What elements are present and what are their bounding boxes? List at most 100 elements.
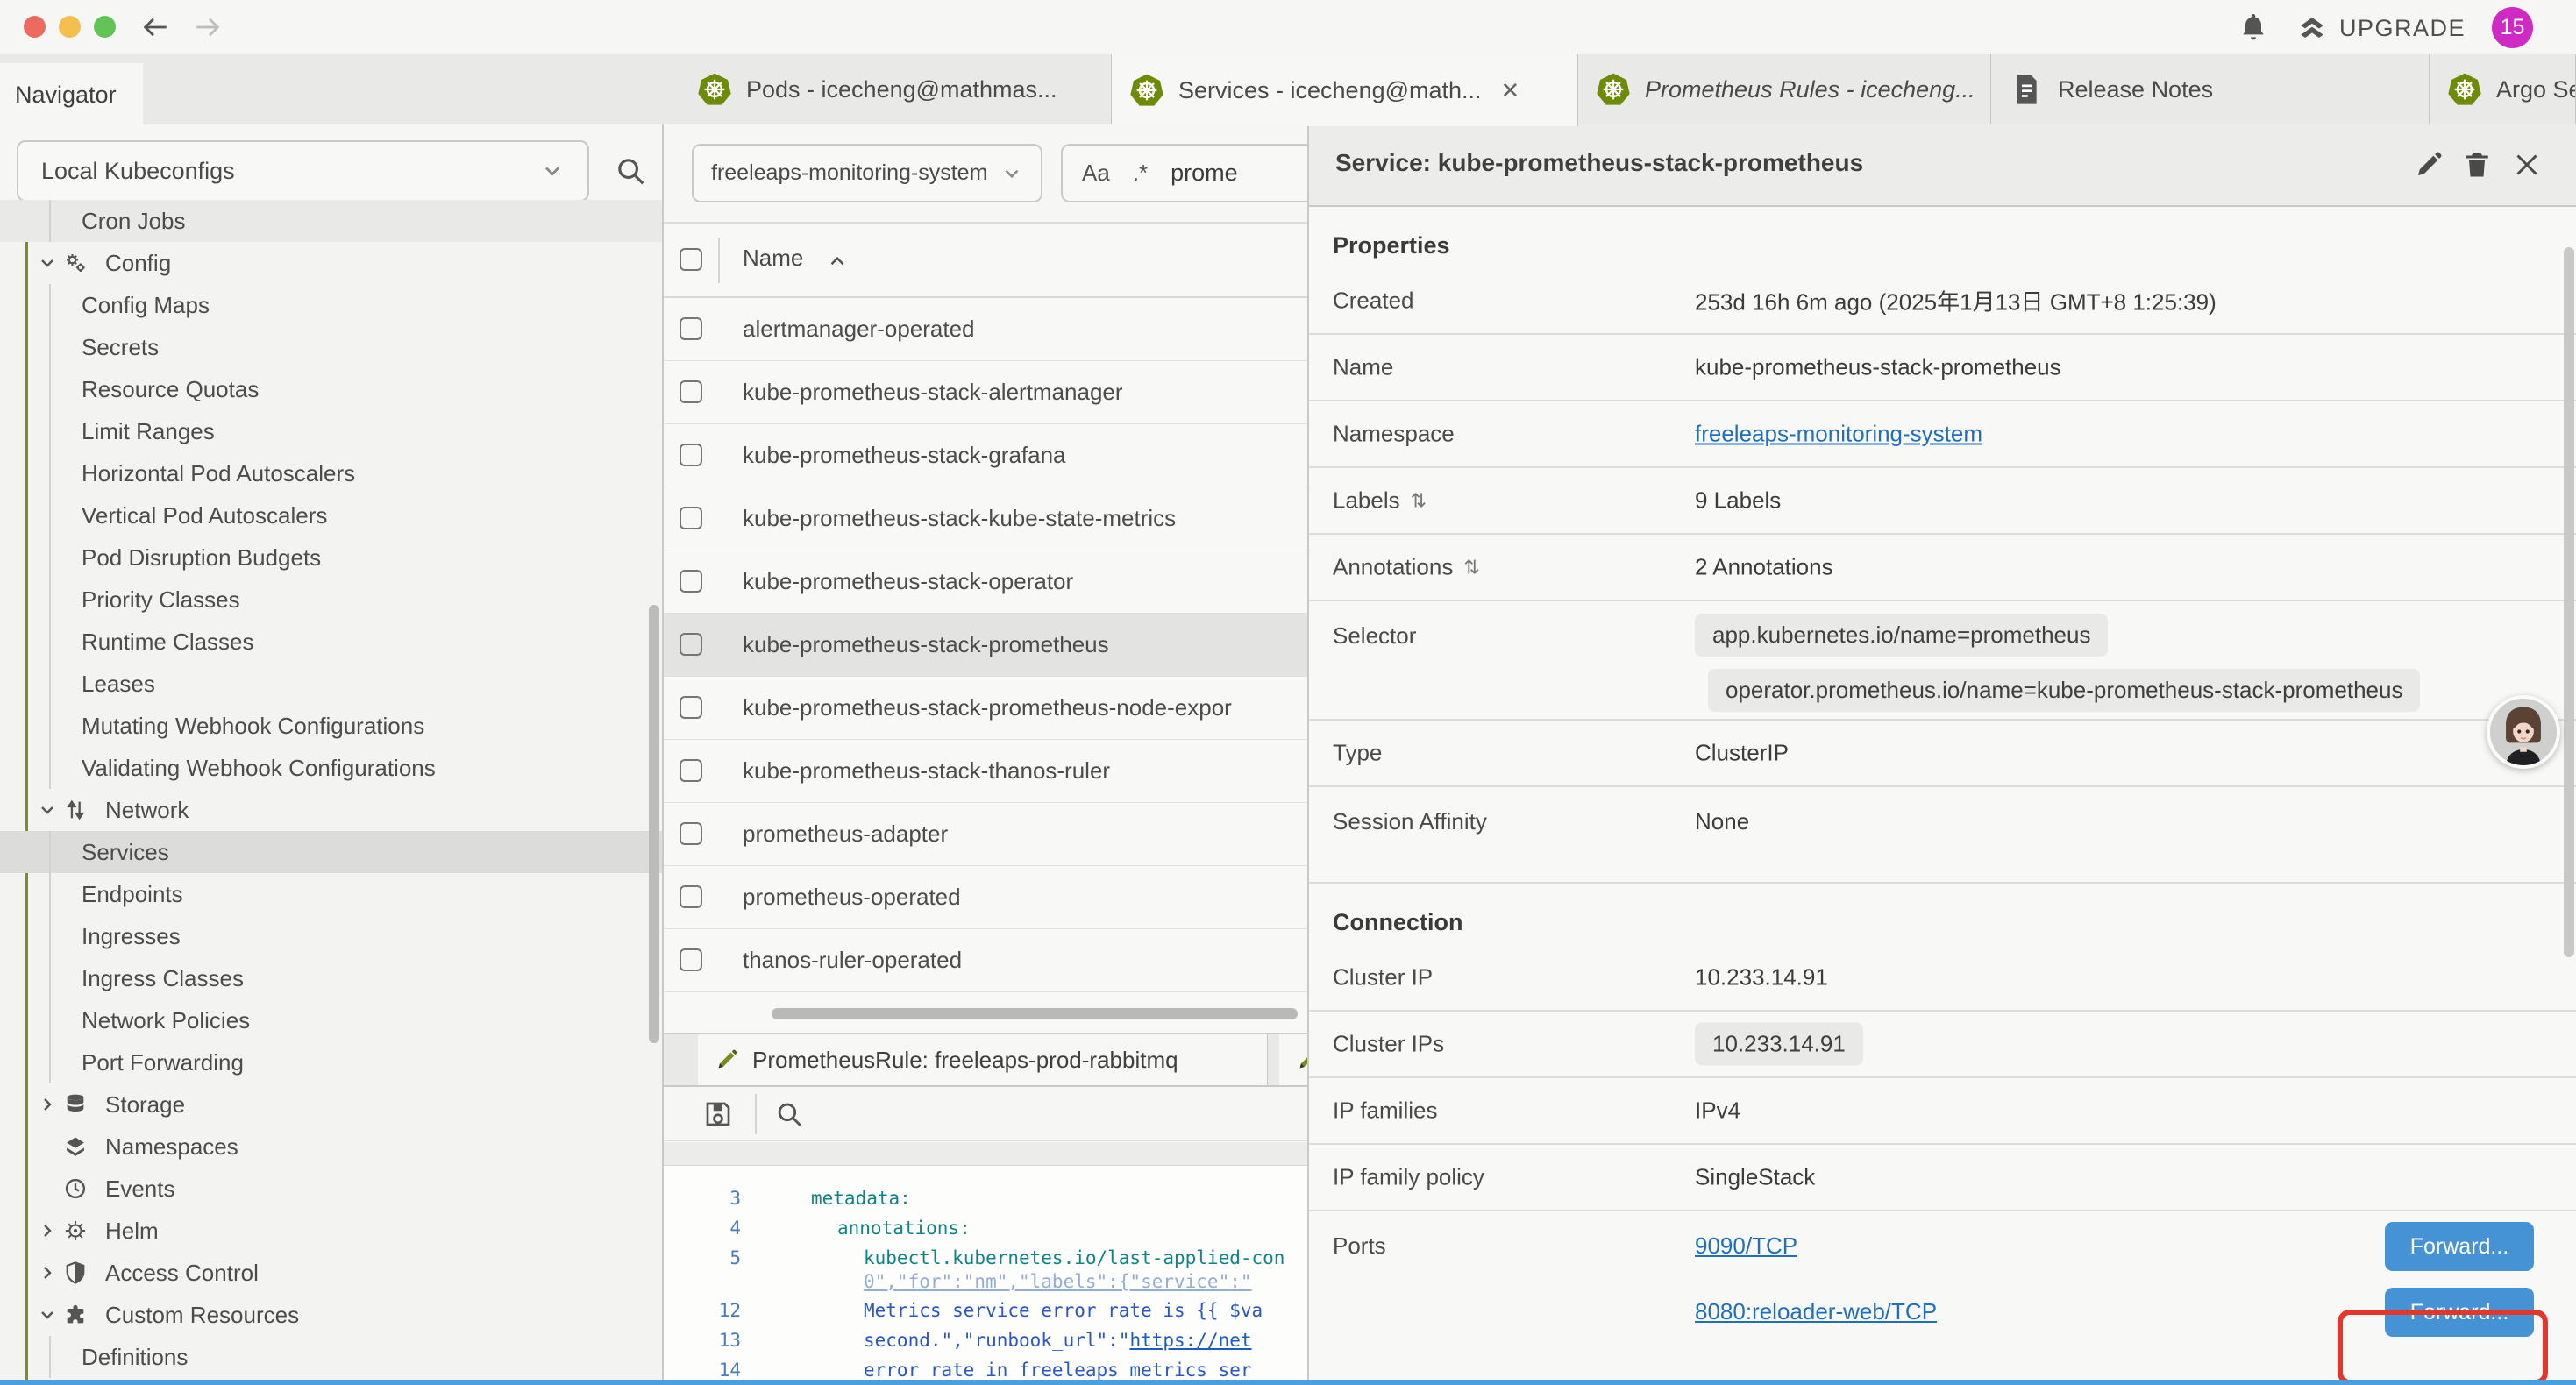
avatar[interactable] <box>2487 695 2560 769</box>
column-header-name[interactable]: Name <box>743 245 803 272</box>
upgrade-button[interactable]: UPGRADE <box>2297 13 2466 43</box>
namespace-link[interactable]: freeleaps-monitoring-system <box>1695 421 1982 448</box>
sidebar-item-helm[interactable]: Helm <box>0 1210 662 1252</box>
row-checkbox[interactable] <box>680 570 702 593</box>
sort-ascending-icon[interactable] <box>826 250 849 273</box>
document-tab-4[interactable]: Release Notes <box>1991 54 2430 124</box>
table-row[interactable]: thanos-ruler-operated <box>664 929 1307 992</box>
select-all-checkbox[interactable] <box>680 248 702 271</box>
row-checkbox[interactable] <box>680 507 702 529</box>
sidebar-item-runtime-classes[interactable]: Runtime Classes <box>0 621 662 663</box>
sidebar-item-resource-quotas[interactable]: Resource Quotas <box>0 368 662 410</box>
sidebar-item-custom-resources[interactable]: Custom Resources <box>0 1294 662 1336</box>
port-link[interactable]: 8080:reloader-web/TCP <box>1695 1298 1937 1325</box>
row-checkbox[interactable] <box>680 759 702 782</box>
sidebar-search-icon[interactable] <box>614 154 647 188</box>
notification-count-badge[interactable]: 15 <box>2492 7 2533 48</box>
edit-pencil-icon[interactable] <box>2413 149 2444 181</box>
sidebar-item-limit-ranges[interactable]: Limit Ranges <box>0 410 662 452</box>
sidebar-item-mutating-webhook-configurations[interactable]: Mutating Webhook Configurations <box>0 705 662 747</box>
sidebar-item-cron-jobs[interactable]: Cron Jobs <box>0 200 662 242</box>
close-icon[interactable] <box>2511 149 2543 181</box>
chevron-right-icon[interactable] <box>37 1262 58 1283</box>
sidebar-item-namespaces[interactable]: Namespaces <box>0 1126 662 1168</box>
sidebar-item-endpoints[interactable]: Endpoints <box>0 873 662 915</box>
table-row[interactable]: kube-prometheus-stack-prometheus <box>664 614 1307 677</box>
forward-arrow-icon[interactable] <box>193 12 223 42</box>
sidebar-item-storage[interactable]: Storage <box>0 1083 662 1126</box>
database-icon <box>63 1092 88 1117</box>
document-tab-3[interactable]: Prometheus Rules - icecheng... <box>1578 54 1991 124</box>
row-checkbox[interactable] <box>680 380 702 403</box>
sidebar-item-access-control[interactable]: Access Control <box>0 1252 662 1294</box>
row-checkbox[interactable] <box>680 822 702 845</box>
sidebar-item-vertical-pod-autoscalers[interactable]: Vertical Pod Autoscalers <box>0 494 662 536</box>
row-checkbox[interactable] <box>680 317 702 340</box>
sidebar-item-secrets[interactable]: Secrets <box>0 326 662 368</box>
match-case-toggle[interactable]: Aa <box>1082 160 1110 187</box>
editor-tab-2[interactable] <box>1279 1034 1309 1085</box>
row-checkbox[interactable] <box>680 696 702 719</box>
table-row[interactable]: kube-prometheus-stack-prometheus-node-ex… <box>664 677 1307 740</box>
sidebar-item-network-policies[interactable]: Network Policies <box>0 999 662 1041</box>
row-checkbox[interactable] <box>680 885 702 908</box>
chevron-right-icon[interactable] <box>37 1220 58 1241</box>
kubeconfig-selector[interactable]: Local Kubeconfigs <box>17 140 589 202</box>
sidebar-item-horizontal-pod-autoscalers[interactable]: Horizontal Pod Autoscalers <box>0 452 662 494</box>
sidebar-item-priority-classes[interactable]: Priority Classes <box>0 579 662 621</box>
sidebar-item-ingress-classes[interactable]: Ingress Classes <box>0 957 662 999</box>
sidebar-item-config[interactable]: Config <box>0 242 662 284</box>
navigator-panel-tab[interactable]: Navigator <box>0 63 143 126</box>
sort-icon[interactable]: ⇅ <box>1463 556 1479 579</box>
table-row[interactable]: kube-prometheus-stack-alertmanager <box>664 361 1307 424</box>
port-forward-button[interactable]: Forward... <box>2385 1222 2534 1271</box>
sort-icon[interactable]: ⇅ <box>1411 489 1427 512</box>
chevron-right-icon[interactable] <box>37 1094 58 1115</box>
regex-toggle[interactable]: .* <box>1133 160 1148 187</box>
tab-close-icon[interactable]: ✕ <box>1501 77 1520 104</box>
table-row[interactable]: prometheus-adapter <box>664 803 1307 866</box>
sidebar-item-ingresses[interactable]: Ingresses <box>0 915 662 957</box>
row-checkbox[interactable] <box>680 444 702 466</box>
table-row[interactable]: kube-prometheus-stack-thanos-ruler <box>664 740 1307 803</box>
sidebar-item-events[interactable]: Events <box>0 1168 662 1210</box>
sidebar-item-config-maps[interactable]: Config Maps <box>0 284 662 326</box>
sidebar-item-pod-disruption-budgets[interactable]: Pod Disruption Budgets <box>0 536 662 579</box>
sidebar-item-leases[interactable]: Leases <box>0 663 662 705</box>
horizontal-scrollbar[interactable] <box>772 1008 1298 1019</box>
editor-tab-1[interactable]: PrometheusRule: freeleaps-prod-rabbitmq <box>698 1034 1268 1085</box>
sidebar-item-network[interactable]: Network <box>0 789 662 831</box>
traffic-light-close-icon[interactable] <box>24 16 46 38</box>
sidebar-item-validating-webhook-configurations[interactable]: Validating Webhook Configurations <box>0 747 662 789</box>
table-row[interactable]: kube-prometheus-stack-operator <box>664 550 1307 614</box>
chevron-down-icon[interactable] <box>37 799 58 820</box>
port-forward-button[interactable]: Forward... <box>2385 1288 2534 1337</box>
sidebar-scrollbar[interactable] <box>649 605 659 1043</box>
table-row[interactable]: alertmanager-operated <box>664 298 1307 361</box>
details-scrollbar[interactable] <box>2564 247 2574 957</box>
save-icon[interactable] <box>702 1098 734 1130</box>
table-row[interactable]: kube-prometheus-stack-kube-state-metrics <box>664 487 1307 550</box>
sidebar-item-port-forwarding[interactable]: Port Forwarding <box>0 1041 662 1083</box>
chevron-down-icon[interactable] <box>37 252 58 273</box>
chevron-down-icon[interactable] <box>37 1304 58 1325</box>
delete-trash-icon[interactable] <box>2461 149 2493 181</box>
document-tab-5[interactable]: Argo Se <box>2430 54 2576 124</box>
document-tab-1[interactable]: Pods - icecheng@mathmas... <box>680 54 1112 124</box>
document-tab-2[interactable]: Services - icecheng@math...✕ <box>1112 54 1578 126</box>
filter-input[interactable]: Aa .* prome <box>1061 144 1309 202</box>
sidebar-item-services[interactable]: Services <box>0 831 662 873</box>
yaml-editor[interactable]: 3metadata:4annotations:5kubectl.kubernet… <box>664 1166 1307 1385</box>
traffic-light-minimize-icon[interactable] <box>59 16 81 38</box>
notifications-bell-icon[interactable] <box>2238 11 2269 43</box>
row-checkbox[interactable] <box>680 948 702 971</box>
table-row[interactable]: prometheus-operated <box>664 866 1307 929</box>
port-link[interactable]: 9090/TCP <box>1695 1232 1797 1260</box>
traffic-light-zoom-icon[interactable] <box>94 16 116 38</box>
back-arrow-icon[interactable] <box>140 12 170 42</box>
row-checkbox[interactable] <box>680 633 702 656</box>
sidebar-item-definitions[interactable]: Definitions <box>0 1336 662 1378</box>
table-row[interactable]: kube-prometheus-stack-grafana <box>664 424 1307 487</box>
namespace-selector[interactable]: freeleaps-monitoring-system <box>692 144 1042 202</box>
editor-search-icon[interactable] <box>774 1099 804 1129</box>
